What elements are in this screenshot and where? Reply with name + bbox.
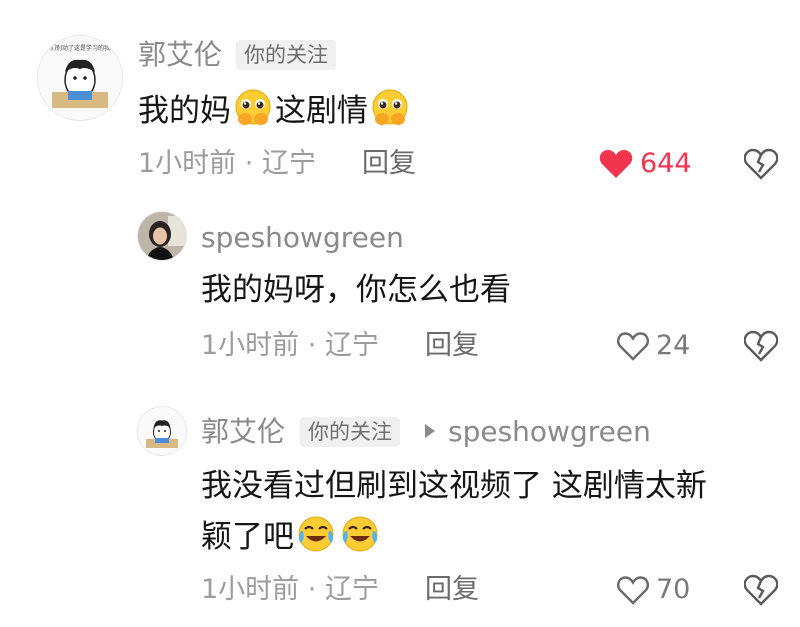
cartoon-avatar-image bbox=[138, 407, 186, 455]
comment-author[interactable]: speshowgreen bbox=[201, 221, 404, 255]
comment-text-line2: 颖了吧 bbox=[201, 513, 382, 559]
dislike-broken-heart-icon[interactable] bbox=[744, 330, 778, 362]
reply-button[interactable]: 回复 bbox=[425, 329, 479, 363]
reply-to-author[interactable]: speshowgreen bbox=[448, 415, 651, 449]
comment-meta: 1小时前 · 辽宁 bbox=[138, 147, 316, 181]
avatar[interactable] bbox=[137, 211, 187, 261]
like-count: 24 bbox=[656, 330, 691, 361]
heart-icon[interactable] bbox=[616, 330, 650, 362]
avatar[interactable] bbox=[137, 406, 187, 456]
comment-author[interactable]: 郭艾伦 bbox=[138, 38, 222, 72]
comment-meta: 1小时前 · 辽宁 bbox=[201, 573, 379, 607]
pleading-hands-emoji-icon bbox=[235, 89, 271, 125]
heart-icon[interactable] bbox=[616, 574, 650, 606]
comment-time: 1小时前 bbox=[201, 574, 300, 605]
comment-text-part: 这剧情 bbox=[275, 93, 368, 129]
crying-laughing-emoji-icon bbox=[298, 516, 334, 552]
meta-separator: · bbox=[307, 330, 317, 361]
meta-separator: · bbox=[307, 574, 317, 605]
comment-location: 辽宁 bbox=[261, 148, 316, 179]
photo-avatar-image bbox=[138, 212, 186, 260]
pleading-hands-emoji-icon bbox=[372, 89, 408, 125]
comment-location: 辽宁 bbox=[324, 330, 379, 361]
reply-button[interactable]: 回复 bbox=[425, 573, 479, 607]
comment-text: 我没看过但刷到这视频了 这剧情太新 bbox=[201, 468, 707, 504]
following-badge: 你的关注 bbox=[236, 40, 336, 70]
meta-separator: · bbox=[244, 148, 254, 179]
reply-button[interactable]: 回复 bbox=[362, 147, 416, 181]
reply-arrow-icon bbox=[425, 424, 435, 438]
dislike-broken-heart-icon[interactable] bbox=[744, 148, 778, 180]
comment-time: 1小时前 bbox=[138, 148, 237, 179]
comment-time: 1小时前 bbox=[201, 330, 300, 361]
crying-laughing-emoji-icon bbox=[342, 516, 378, 552]
heart-icon[interactable] bbox=[599, 148, 633, 180]
comment-author[interactable]: 郭艾伦 bbox=[201, 415, 285, 449]
like-count: 70 bbox=[656, 574, 691, 605]
comment-text: 我的妈呀，你怎么也看 bbox=[201, 272, 511, 308]
comment-text-part: 我的妈 bbox=[138, 93, 231, 129]
comment-text: 我的妈 这剧情 bbox=[138, 87, 412, 133]
following-badge: 你的关注 bbox=[300, 417, 400, 447]
dislike-broken-heart-icon[interactable] bbox=[744, 574, 778, 606]
avatar[interactable]: 你们别动了这是学习的我... bbox=[37, 35, 123, 121]
avatar-caption: 你们别动了这是学习的我... bbox=[44, 45, 116, 52]
comment-location: 辽宁 bbox=[324, 574, 379, 605]
like-count: 644 bbox=[640, 148, 692, 179]
comment-text-part: 颖了吧 bbox=[201, 519, 294, 555]
comment-meta: 1小时前 · 辽宁 bbox=[201, 329, 379, 363]
